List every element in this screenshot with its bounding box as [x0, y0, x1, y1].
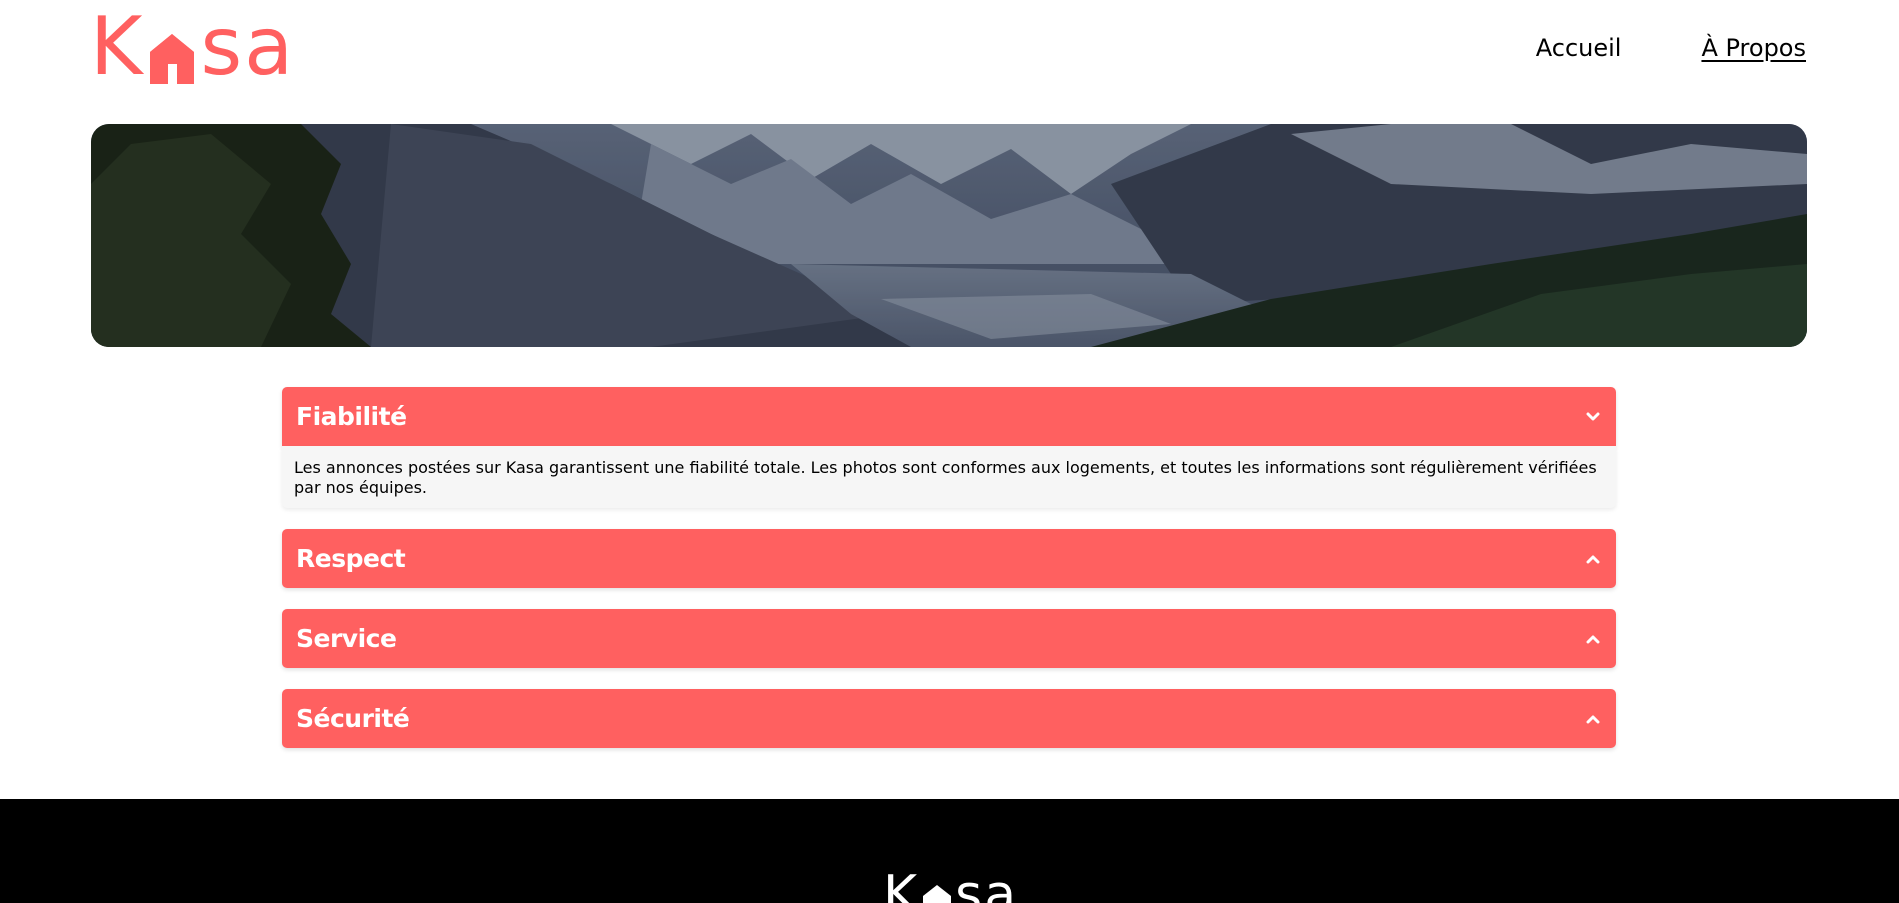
- values-collapse-list: Fiabilité Les annonces postées sur Kasa …: [282, 387, 1616, 769]
- collapse-header-securite[interactable]: Sécurité: [282, 689, 1616, 748]
- collapse-title: Service: [296, 624, 397, 653]
- collapse-content-fiabilite: Les annonces postées sur Kasa garantisse…: [282, 446, 1616, 508]
- collapse-title: Fiabilité: [296, 402, 407, 431]
- logo-letters-sa: sa: [200, 0, 296, 93]
- main-nav: Accueil À Propos: [1536, 34, 1806, 62]
- house-icon: [922, 883, 952, 903]
- collapse-header-respect[interactable]: Respect: [282, 529, 1616, 588]
- site-header: K sa Accueil À Propos: [0, 0, 1899, 100]
- collapse-securite: Sécurité: [282, 689, 1616, 748]
- logo-letter-k: K: [90, 0, 145, 93]
- chevron-up-icon[interactable]: [1586, 634, 1600, 644]
- collapse-title: Sécurité: [296, 704, 410, 733]
- collapse-header-service[interactable]: Service: [282, 609, 1616, 668]
- collapse-respect: Respect: [282, 529, 1616, 588]
- chevron-up-icon[interactable]: [1586, 714, 1600, 724]
- house-icon: [148, 30, 196, 86]
- site-footer: K sa: [0, 799, 1899, 903]
- collapse-header-fiabilite[interactable]: Fiabilité: [282, 387, 1616, 446]
- mountain-banner-image: [91, 124, 1807, 347]
- chevron-up-icon[interactable]: [1586, 554, 1600, 564]
- logo-letter-k: K: [883, 865, 920, 903]
- footer-kasa-logo: K sa: [883, 865, 1019, 903]
- collapse-service: Service: [282, 609, 1616, 668]
- nav-link-home[interactable]: Accueil: [1536, 34, 1622, 62]
- logo-letters-sa: sa: [955, 865, 1019, 903]
- kasa-logo[interactable]: K sa: [90, 0, 296, 93]
- nav-link-about[interactable]: À Propos: [1701, 34, 1806, 62]
- collapse-fiabilite: Fiabilité Les annonces postées sur Kasa …: [282, 387, 1616, 508]
- chevron-down-icon[interactable]: [1586, 412, 1600, 422]
- collapse-title: Respect: [296, 544, 406, 573]
